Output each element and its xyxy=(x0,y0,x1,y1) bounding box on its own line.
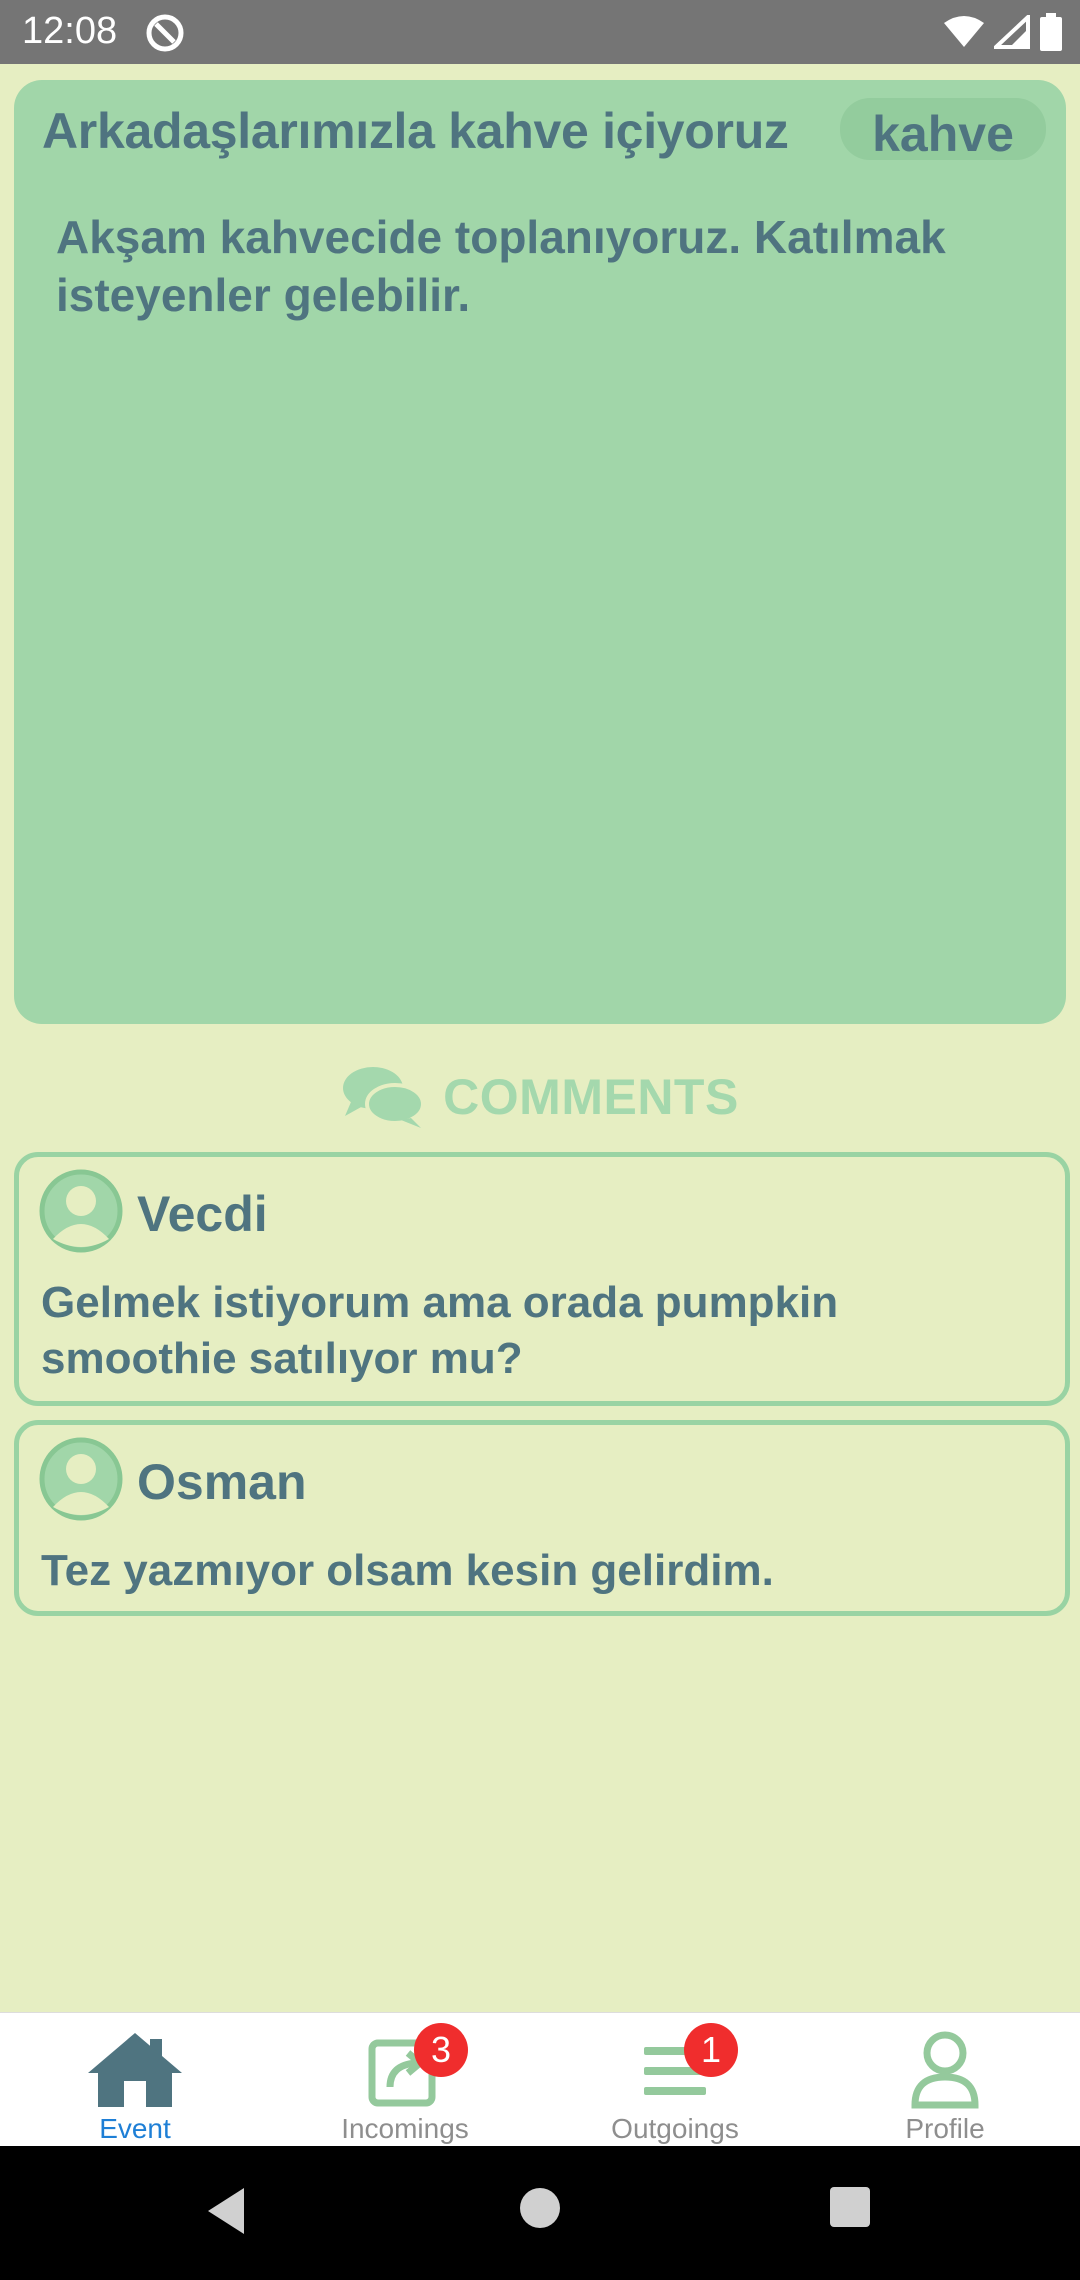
recents-icon[interactable] xyxy=(829,2186,871,2228)
wifi-icon xyxy=(944,16,984,47)
event-tag[interactable]: kahve xyxy=(840,98,1046,162)
incomings-badge: 3 xyxy=(414,2023,468,2077)
outgoings-badge: 1 xyxy=(684,2023,738,2077)
battery-icon xyxy=(1040,13,1062,51)
event-title: Arkadaşlarımızla kahve içiyoruz xyxy=(42,103,789,159)
comments-title: COMMENTS xyxy=(443,1069,739,1125)
nav-incomings[interactable]: 3 Incomings xyxy=(270,2013,540,2147)
comments-header: COMMENTS xyxy=(0,1064,1080,1130)
comments-icon xyxy=(343,1067,426,1128)
nav-event[interactable]: Event xyxy=(0,2013,270,2147)
nav-event-label: Event xyxy=(99,2113,171,2144)
avatar-icon xyxy=(39,1169,123,1253)
comment-author: Vecdi xyxy=(137,1186,268,1242)
back-icon[interactable] xyxy=(206,2186,246,2236)
comment-text: Tez yazmıyor olsam kesin gelirdim. xyxy=(41,1546,774,1595)
comment-author: Osman xyxy=(137,1454,307,1510)
comment-card: Osman Tez yazmıyor olsam kesin gelirdim. xyxy=(14,1420,1070,1616)
nav-outgoings[interactable]: 1 Outgoings xyxy=(540,2013,810,2147)
avatar-icon xyxy=(39,1437,123,1521)
system-nav-bar xyxy=(0,2146,1080,2280)
sync-icon xyxy=(146,14,184,52)
nav-profile[interactable]: Profile xyxy=(810,2013,1080,2147)
comment-text: Gelmek istiyorum ama orada pumpkin smoot… xyxy=(41,1278,839,1383)
status-time: 12:08 xyxy=(22,10,118,52)
person-icon xyxy=(911,2031,979,2109)
home-button-icon[interactable] xyxy=(518,2186,562,2230)
home-icon xyxy=(88,2033,182,2107)
nav-profile-label: Profile xyxy=(905,2113,985,2144)
comment-card: Vecdi Gelmek istiyorum ama orada pumpkin… xyxy=(14,1152,1070,1406)
bottom-nav: Event 3 Incomings 1 Outgoings Profile xyxy=(0,2012,1080,2147)
status-bar: 12:08 xyxy=(0,0,1080,64)
event-card: Arkadaşlarımızla kahve içiyoruz kahve Ak… xyxy=(14,80,1066,1024)
event-description: Akşam kahvecide toplanıyoruz. Katılmak i… xyxy=(56,211,946,321)
signal-icon xyxy=(994,15,1030,49)
status-icons xyxy=(944,10,1062,54)
nav-incomings-label: Incomings xyxy=(341,2113,469,2144)
nav-outgoings-label: Outgoings xyxy=(611,2113,739,2144)
